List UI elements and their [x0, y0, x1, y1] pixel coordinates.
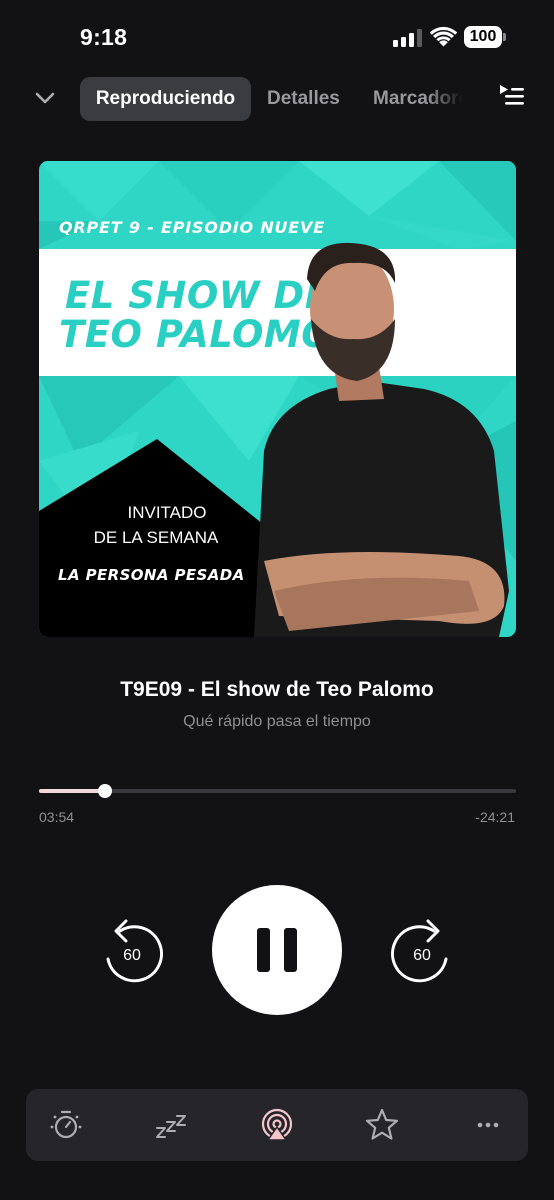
battery-icon: 100 — [464, 26, 506, 48]
bottom-toolbar — [26, 1089, 528, 1161]
more-button[interactable] — [470, 1107, 506, 1143]
tab-bookmarks[interactable]: Marcadores — [373, 77, 463, 121]
wifi-icon — [430, 26, 457, 47]
sleep-timer-button[interactable] — [154, 1107, 190, 1143]
airplay-button[interactable] — [259, 1107, 295, 1143]
playback-speed-button[interactable] — [48, 1107, 84, 1143]
play-queue-icon[interactable] — [498, 83, 526, 109]
sleep-timer-icon — [156, 1115, 186, 1138]
progress-scrubber[interactable] — [39, 784, 516, 798]
artwork-guest-label-2: DE LA SEMANA — [93, 528, 219, 547]
status-time: 9:18 — [80, 24, 128, 50]
artwork-guest-label-1: INVITADO — [127, 503, 207, 522]
skip-forward-button[interactable]: 60 — [388, 917, 454, 987]
skip-back-label: 60 — [123, 947, 141, 964]
progress-thumb[interactable] — [97, 784, 112, 798]
time-remaining: -24:21 — [475, 809, 515, 825]
pause-icon — [257, 928, 270, 972]
now-playing-screen: 9:18 100 Reproduciendo Detalles Marcador… — [0, 0, 554, 1200]
more-icon — [477, 1122, 499, 1128]
signal-icon — [393, 29, 422, 47]
pause-button[interactable] — [212, 885, 342, 1015]
airplay-icon — [261, 1108, 293, 1141]
player-tabs: Reproduciendo Detalles Marcadores — [0, 76, 554, 122]
playback-speed-icon — [50, 1110, 82, 1139]
skip-back-button[interactable]: 60 — [100, 917, 166, 987]
episode-title[interactable]: T9E09 - El show de Teo Palomo — [0, 678, 554, 702]
status-bar: 9:18 100 — [0, 0, 554, 76]
favorite-button[interactable] — [364, 1107, 400, 1143]
episode-subtitle[interactable]: Qué rápido pasa el tiempo — [0, 713, 554, 731]
episode-artwork: QRPET 9 - EPISODIO NUEVE EL SHOW DE TEO … — [39, 161, 516, 637]
battery-tip — [503, 33, 506, 41]
artwork-guest-name: LA PERSONA PESADA — [58, 566, 245, 584]
tab-now-playing[interactable]: Reproduciendo — [80, 77, 251, 121]
battery-level: 100 — [464, 26, 502, 48]
progress-fill — [39, 789, 105, 793]
skip-forward-label: 60 — [413, 947, 431, 964]
tab-details[interactable]: Detalles — [267, 77, 340, 121]
time-elapsed: 03:54 — [39, 809, 75, 825]
pause-icon-bar — [284, 928, 297, 972]
star-icon — [365, 1108, 399, 1140]
chevron-down-icon[interactable] — [33, 88, 57, 108]
